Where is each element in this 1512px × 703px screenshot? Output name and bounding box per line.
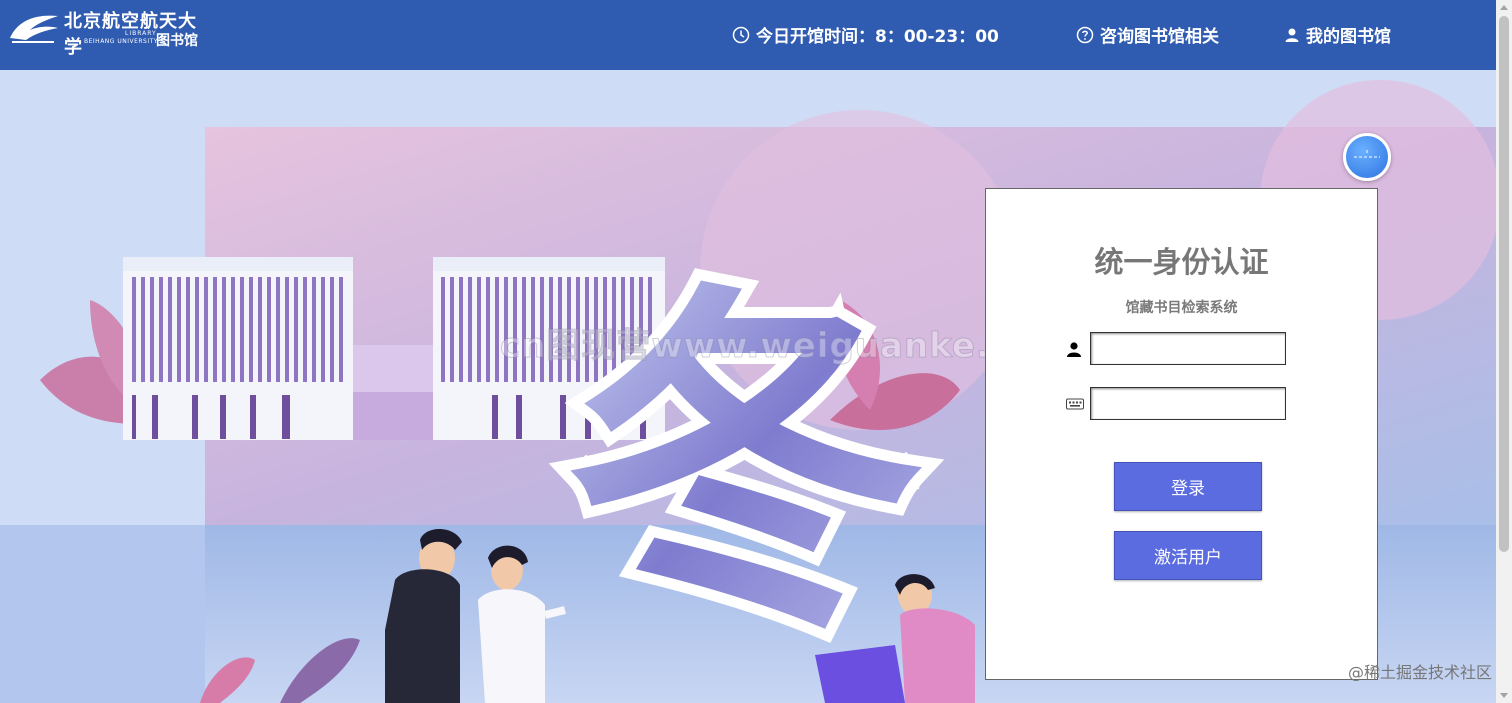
login-title: 统一身份认证 (1094, 245, 1269, 279)
page-scrollbar[interactable] (1496, 0, 1512, 703)
logo-cn-library: 图书馆 (156, 33, 198, 49)
user-icon (1285, 28, 1299, 42)
login-panel: 统一身份认证 馆藏书目检索系统 登录 激活用户 (985, 188, 1378, 680)
opening-hours-text: 今日开馆时间：8：00-23：00 (756, 27, 999, 47)
login-subtitle: 馆藏书目检索系统 (1125, 300, 1238, 316)
keyboard-icon (1066, 398, 1084, 409)
activate-user-button[interactable]: 激活用户 (1114, 531, 1262, 580)
hero-character: 冬 (565, 252, 925, 675)
university-logo[interactable]: 北京航空航天大学 LIBRARY BEIHANG UNIVERSITY 图书馆 (8, 6, 208, 58)
nav-consult[interactable]: 咨询图书馆相关 (1076, 22, 1219, 47)
wing-logo-icon (10, 15, 58, 43)
scroll-up-icon[interactable] (1500, 5, 1508, 10)
header: 北京航空航天大学 LIBRARY BEIHANG UNIVERSITY 图书馆 … (0, 0, 1496, 70)
watermark: cn图现营www.weiguanke.cn (499, 326, 1037, 367)
nav-my-library-label: 我的图书馆 (1306, 27, 1391, 47)
password-input[interactable] (1090, 387, 1286, 420)
question-circle-icon (1076, 26, 1094, 43)
username-row (1066, 332, 1286, 365)
login-button[interactable]: 登录 (1114, 462, 1262, 511)
logo-en-university: BEIHANG UNIVERSITY (84, 38, 158, 45)
user-icon (1067, 341, 1081, 357)
scrollbar-thumb[interactable] (1499, 16, 1509, 552)
scroll-down-icon[interactable] (1500, 693, 1508, 698)
library-building-left (123, 257, 353, 440)
assistant-icon (1354, 150, 1380, 158)
clock-icon (732, 26, 750, 43)
username-input[interactable] (1090, 332, 1286, 365)
password-row (1066, 387, 1286, 420)
floating-assistant-button[interactable] (1343, 133, 1391, 181)
logo-en-library: LIBRARY (125, 30, 157, 37)
nav-consult-label: 咨询图书馆相关 (1100, 27, 1219, 47)
nav-my-library[interactable]: 我的图书馆 (1284, 22, 1391, 47)
opening-hours: 今日开馆时间：8：00-23：00 (732, 22, 999, 47)
corner-watermark: @稀土掘金技术社区 (1347, 663, 1492, 682)
